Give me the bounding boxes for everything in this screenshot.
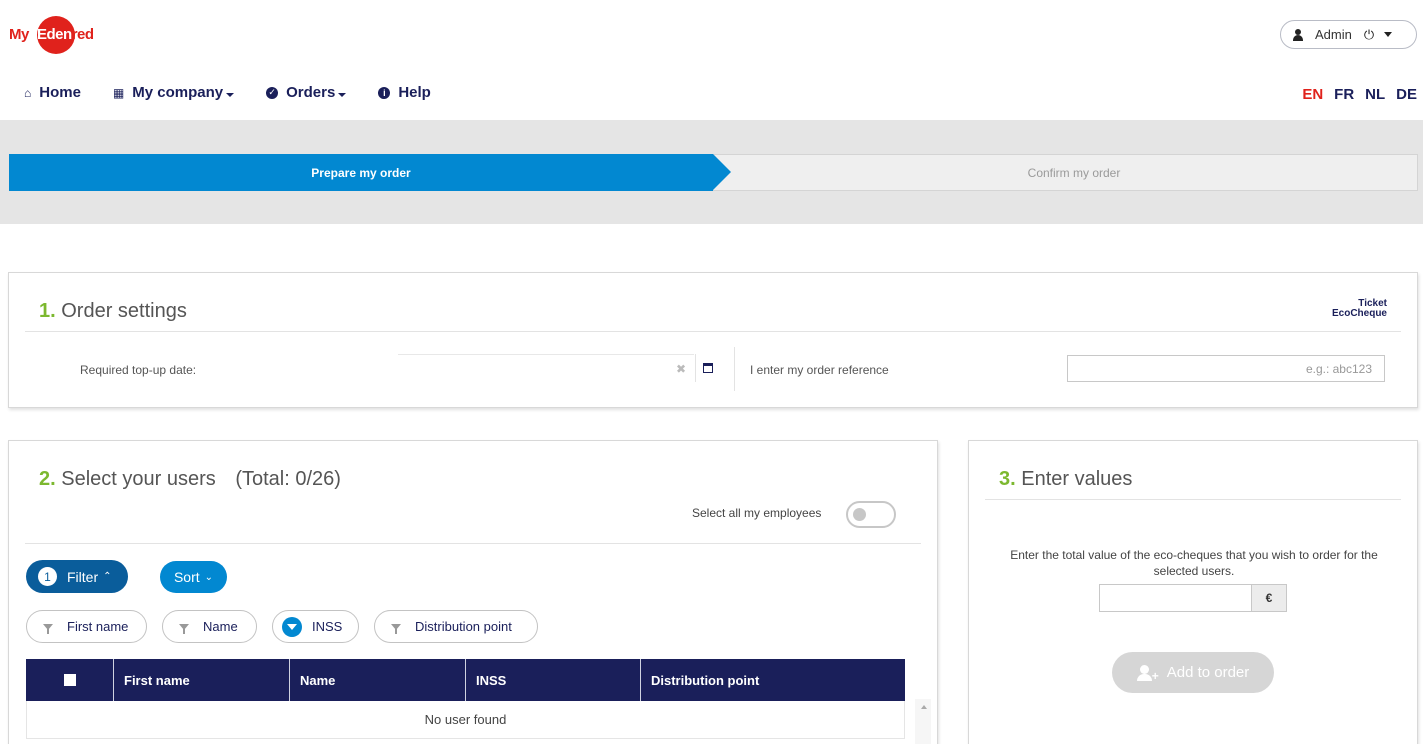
filter-icon: [179, 623, 189, 634]
nav-home[interactable]: ⌂ Home: [24, 84, 81, 101]
select-users-title: 2. Select your users (Total: 0/26): [39, 468, 341, 491]
building-icon: ▦: [112, 85, 125, 100]
step-prepare-order: Prepare my order: [9, 154, 731, 191]
select-all-checkbox[interactable]: [63, 674, 76, 686]
divider: [985, 499, 1401, 500]
filter-chip-distribution-point[interactable]: Distribution point: [374, 610, 538, 643]
select-all-column: [26, 659, 114, 701]
enter-values-title: 3. Enter values: [999, 468, 1132, 491]
chevron-down-icon: ⌄: [204, 571, 214, 583]
order-steps: Prepare my order Confirm my order: [9, 154, 1418, 191]
order-settings-panel: 1. Order settings Ticket EcoCheque Requi…: [8, 272, 1418, 408]
users-table-empty: No user found: [26, 701, 905, 739]
nav-help[interactable]: i Help: [378, 84, 431, 101]
filter-chip-label: Distribution point: [415, 619, 512, 634]
chevron-down-icon: [1384, 32, 1393, 37]
add-to-order-label: Add to order: [1166, 664, 1250, 681]
lang-de[interactable]: DE: [1396, 86, 1417, 103]
nav-help-label: Help: [398, 84, 431, 101]
step-number: 3.: [999, 468, 1016, 490]
column-name[interactable]: Name: [290, 659, 466, 701]
user-menu[interactable]: Admin ⏻: [1280, 20, 1417, 49]
add-to-order-button[interactable]: + Add to order: [1112, 652, 1274, 693]
calendar-icon: [702, 363, 713, 373]
lang-fr[interactable]: FR: [1334, 86, 1354, 103]
sort-label: Sort: [173, 569, 200, 585]
chevron-up-icon: ⌃: [103, 571, 112, 582]
top-up-date-input[interactable]: ✖: [398, 354, 694, 382]
filter-chip-label: Name: [203, 619, 238, 634]
enter-values-heading: Enter values: [1021, 468, 1133, 490]
user-icon: [1293, 28, 1303, 41]
toggle-knob: [853, 508, 866, 521]
filter-chip-label: First name: [67, 619, 129, 634]
filter-label: Filter: [67, 568, 99, 585]
filter-chip-name[interactable]: Name: [162, 610, 257, 643]
nav-orders-label: Orders: [286, 84, 336, 101]
clear-icon[interactable]: ✖: [676, 362, 686, 376]
select-users-heading: Select your users: [61, 468, 216, 490]
calendar-button[interactable]: [695, 354, 719, 382]
select-all-toggle[interactable]: [846, 501, 896, 528]
column-inss[interactable]: INSS: [466, 659, 641, 701]
language-switcher: EN FR NL DE: [1291, 86, 1417, 103]
nav-home-label: Home: [39, 84, 81, 101]
select-users-panel: 2. Select your users (Total: 0/26) Selec…: [8, 440, 938, 744]
step-number: 2.: [39, 468, 56, 490]
order-settings-title: 1. Order settings: [39, 300, 187, 323]
user-name: Admin: [1315, 27, 1352, 42]
filter-active-icon: [282, 616, 302, 637]
divider: [25, 543, 921, 544]
logo-edenred: Edenred: [37, 26, 94, 43]
main-nav: ⌂ Home ▦ My company ✓ Orders i Help: [24, 84, 463, 101]
ticket-ecocheque-logo: Ticket EcoCheque: [1331, 298, 1387, 319]
nav-orders[interactable]: ✓ Orders: [266, 84, 347, 101]
step-confirm-order: Confirm my order: [1027, 165, 1121, 180]
enter-values-panel: 3. Enter values Enter the total value of…: [968, 440, 1418, 744]
scroll-up-arrow-icon[interactable]: [921, 705, 927, 709]
caret-down-icon: [226, 92, 235, 97]
home-icon: ⌂: [24, 85, 32, 100]
filter-chip-label: INSS: [312, 619, 343, 634]
divider: [25, 331, 1401, 332]
logo-my: My: [9, 26, 29, 43]
lang-nl[interactable]: NL: [1365, 86, 1385, 103]
info-icon: i: [378, 86, 391, 99]
filter-button[interactable]: 1 Filter ⌃: [26, 560, 128, 593]
filter-chip-inss[interactable]: INSS: [272, 610, 359, 643]
users-table-header: First name Name INSS Distribution point: [26, 659, 905, 701]
nav-my-company[interactable]: ▦ My company: [112, 84, 235, 101]
order-settings-heading: Order settings: [61, 300, 187, 322]
column-distribution-point[interactable]: Distribution point: [641, 659, 905, 701]
power-icon[interactable]: ⏻: [1364, 27, 1374, 43]
myedenred-logo[interactable]: My Edenred: [9, 16, 109, 54]
caret-down-icon: [338, 92, 347, 97]
order-reference-input[interactable]: e.g.: abc123: [1067, 355, 1385, 382]
order-reference-label: I enter my order reference: [750, 363, 889, 377]
check-circle-icon: ✓: [266, 86, 279, 99]
values-description: Enter the total value of the eco-cheques…: [1010, 548, 1378, 578]
total-value-input[interactable]: [1099, 584, 1252, 612]
step-number: 1.: [39, 300, 56, 322]
users-total: (Total: 0/26): [235, 468, 341, 490]
sort-button[interactable]: Sort ⌄: [160, 561, 227, 593]
filter-chip-first-name[interactable]: First name: [26, 610, 147, 643]
nav-my-company-label: My company: [132, 84, 224, 101]
filter-count-badge: 1: [38, 567, 57, 586]
lang-en[interactable]: EN: [1302, 86, 1323, 103]
column-first-name[interactable]: First name: [114, 659, 290, 701]
divider: [734, 347, 735, 391]
filter-icon: [391, 623, 401, 634]
currency-addon: €: [1251, 584, 1287, 612]
add-user-icon: +: [1136, 664, 1159, 682]
select-all-label: Select all my employees: [692, 506, 822, 520]
filter-icon: [43, 623, 53, 634]
top-up-date-label: Required top-up date:: [80, 363, 197, 377]
